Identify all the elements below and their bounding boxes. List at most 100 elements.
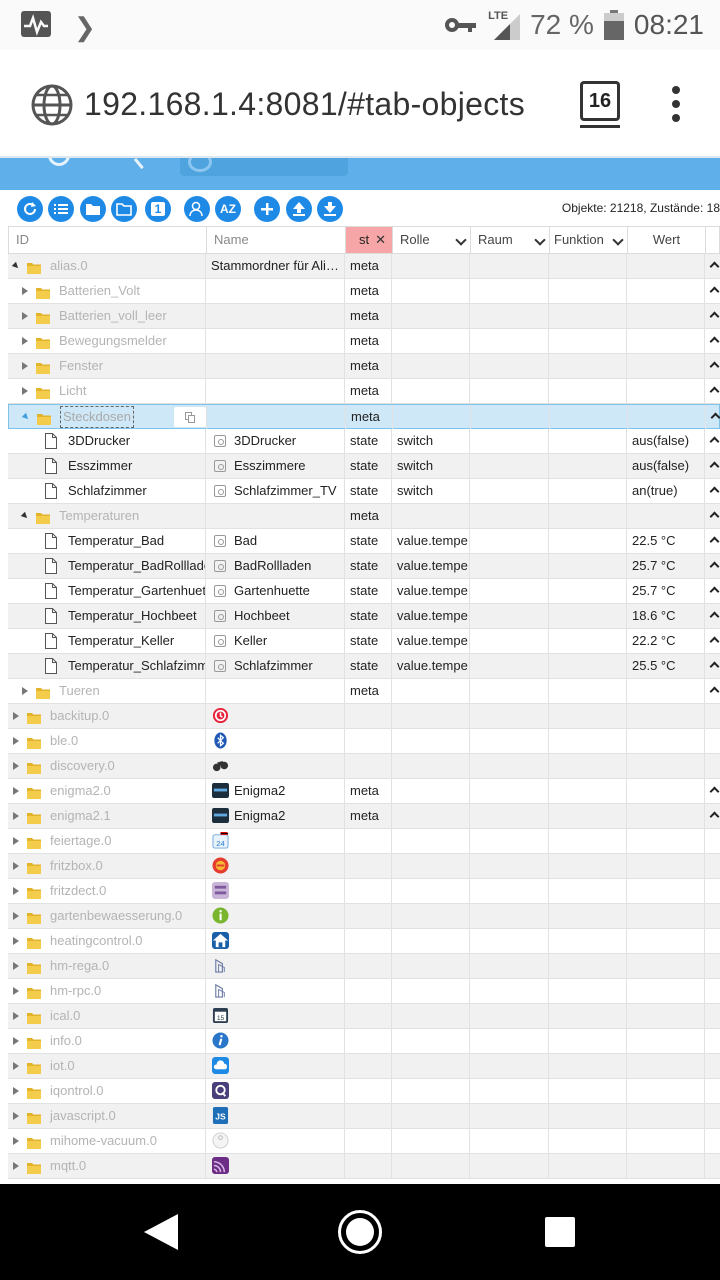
cell-id[interactable]: iqontrol.0 [8, 1079, 206, 1103]
cell-id[interactable]: ical.0 [8, 1004, 206, 1028]
cell-id[interactable]: Schlafzimmer [8, 479, 206, 503]
cell-id[interactable]: Batterien_voll_leer [8, 304, 206, 328]
expand-actions-icon[interactable] [709, 311, 720, 322]
table-row[interactable]: discovery.0 [8, 754, 720, 779]
number-one-icon[interactable]: 1 [145, 196, 171, 222]
expand-actions-icon[interactable] [709, 561, 720, 572]
back-icon[interactable] [144, 1214, 178, 1250]
table-row[interactable]: Temperatur_Gartenhuette Gartenhuette state… [8, 579, 720, 604]
table-row[interactable]: feiertage.0 24 [8, 829, 720, 854]
table-row[interactable]: ical.0 15 [8, 1004, 720, 1029]
cell-id[interactable]: Temperatur_Hochbeet [8, 604, 206, 628]
expand-toggle-icon[interactable] [13, 1112, 23, 1120]
expand-actions-icon[interactable] [709, 361, 720, 372]
download-icon[interactable] [317, 196, 343, 222]
expand-actions-icon[interactable] [709, 686, 720, 697]
table-row[interactable]: ble.0 [8, 729, 720, 754]
cell-id[interactable]: heatingcontrol.0 [8, 929, 206, 953]
expand-actions-icon[interactable] [709, 511, 720, 522]
expand-actions-icon[interactable] [709, 286, 720, 297]
expand-toggle-icon[interactable] [13, 912, 23, 920]
cell-id[interactable]: fritzdect.0 [8, 879, 206, 903]
cell-id[interactable]: Temperatur_Gartenhuette [8, 579, 206, 603]
table-row[interactable]: Temperatur_Schlafzimmer Schlafzimmer state… [8, 654, 720, 679]
cell-id[interactable]: Tueren [8, 679, 206, 703]
globe-icon[interactable] [30, 83, 74, 127]
cell-id[interactable]: feiertage.0 [8, 829, 206, 853]
table-row[interactable]: backitup.0 [8, 704, 720, 729]
table-row[interactable]: iqontrol.0 [8, 1079, 720, 1104]
folder-open-icon[interactable] [111, 196, 137, 222]
collapse-toggle-icon[interactable] [11, 261, 21, 271]
cell-id[interactable]: discovery.0 [8, 754, 206, 778]
expand-actions-icon[interactable] [709, 786, 720, 797]
header-role-filter[interactable]: Rolle [393, 227, 471, 253]
table-row[interactable]: iot.0 [8, 1054, 720, 1079]
expand-actions-icon[interactable] [709, 386, 720, 397]
expand-actions-icon[interactable] [709, 261, 720, 272]
cell-id[interactable]: alias.0 [8, 254, 206, 278]
expand-actions-icon[interactable] [709, 461, 720, 472]
expand-actions-icon[interactable] [709, 611, 720, 622]
cell-id[interactable]: Temperatur_Keller [8, 629, 206, 653]
home-icon[interactable] [338, 1210, 382, 1254]
expand-actions-icon[interactable] [709, 336, 720, 347]
cell-id[interactable]: fritzbox.0 [8, 854, 206, 878]
add-icon[interactable] [254, 196, 280, 222]
table-row[interactable]: Temperatur_Keller Keller state value.tempe 2… [8, 629, 720, 654]
cell-id[interactable]: mqtt.0 [8, 1154, 206, 1178]
cell-id[interactable]: hm-rpc.0 [8, 979, 206, 1003]
table-row[interactable]: Esszimmer Esszimmere state switch aus(false) [8, 454, 720, 479]
table-row[interactable]: Temperatur_Hochbeet Hochbeet state value.te… [8, 604, 720, 629]
expand-actions-icon[interactable] [709, 436, 720, 447]
header-function-filter[interactable]: Funktion [550, 227, 628, 253]
expand-toggle-icon[interactable] [13, 962, 23, 970]
cell-id[interactable]: Esszimmer [8, 454, 206, 478]
refresh-icon[interactable] [17, 196, 43, 222]
table-row[interactable]: Fenster meta [8, 354, 720, 379]
expand-actions-icon[interactable] [709, 661, 720, 672]
expand-toggle-icon[interactable] [13, 987, 23, 995]
cell-id[interactable]: Bewegungsmelder [8, 329, 206, 353]
cell-id[interactable]: javascript.0 [8, 1104, 206, 1128]
expand-toggle-icon[interactable] [13, 837, 23, 845]
expand-toggle-icon[interactable] [13, 887, 23, 895]
expand-toggle-icon[interactable] [22, 687, 32, 695]
cell-id[interactable]: iot.0 [8, 1054, 206, 1078]
table-row[interactable]: Bewegungsmelder meta [8, 329, 720, 354]
tab-switcher-button[interactable]: 16 [580, 81, 620, 121]
table-row[interactable]: Temperatur_Bad Bad state value.tempe 22.5 °C [8, 529, 720, 554]
table-row[interactable]: info.0 [8, 1029, 720, 1054]
table-row[interactable]: javascript.0 JS [8, 1104, 720, 1129]
expand-toggle-icon[interactable] [13, 787, 23, 795]
list-icon[interactable] [48, 196, 74, 222]
table-row[interactable]: 3DDrucker 3DDrucker state switch aus(false) [8, 429, 720, 454]
clear-filter-icon[interactable]: ✕ [375, 227, 386, 253]
cell-id[interactable]: 3DDrucker [8, 429, 206, 453]
cell-id[interactable]: Temperatur_Bad [8, 529, 206, 553]
expand-actions-icon[interactable] [709, 536, 720, 547]
table-row[interactable]: fritzbox.0 [8, 854, 720, 879]
expand-toggle-icon[interactable] [13, 1137, 23, 1145]
header-tab[interactable] [180, 158, 348, 176]
user-wrench-icon[interactable] [184, 196, 210, 222]
expand-toggle-icon[interactable] [22, 387, 32, 395]
table-row[interactable]: Batterien_voll_leer meta [8, 304, 720, 329]
expand-toggle-icon[interactable] [13, 1062, 23, 1070]
cell-id[interactable]: Batterien_Volt [8, 279, 206, 303]
cell-id[interactable]: gartenbewaesserung.0 [8, 904, 206, 928]
table-row[interactable]: enigma2.1 Enigma2 meta [8, 804, 720, 829]
expand-toggle-icon[interactable] [22, 337, 32, 345]
cell-id[interactable]: mihome-vacuum.0 [8, 1129, 206, 1153]
expand-toggle-icon[interactable] [13, 1087, 23, 1095]
expand-actions-icon[interactable] [709, 586, 720, 597]
table-row[interactable]: heatingcontrol.0 [8, 929, 720, 954]
url-field[interactable]: 192.168.1.4:8081/#tab-objects [84, 86, 525, 123]
collapse-toggle-icon[interactable] [20, 511, 30, 521]
table-row[interactable]: Temperatur_BadRollladen BadRollladen state… [8, 554, 720, 579]
cell-id[interactable]: Steckdosen [9, 405, 207, 429]
table-row[interactable]: fritzdect.0 [8, 879, 720, 904]
table-row[interactable]: Temperaturen meta [8, 504, 720, 529]
expand-actions-icon[interactable] [709, 811, 720, 822]
table-row[interactable]: Batterien_Volt meta [8, 279, 720, 304]
